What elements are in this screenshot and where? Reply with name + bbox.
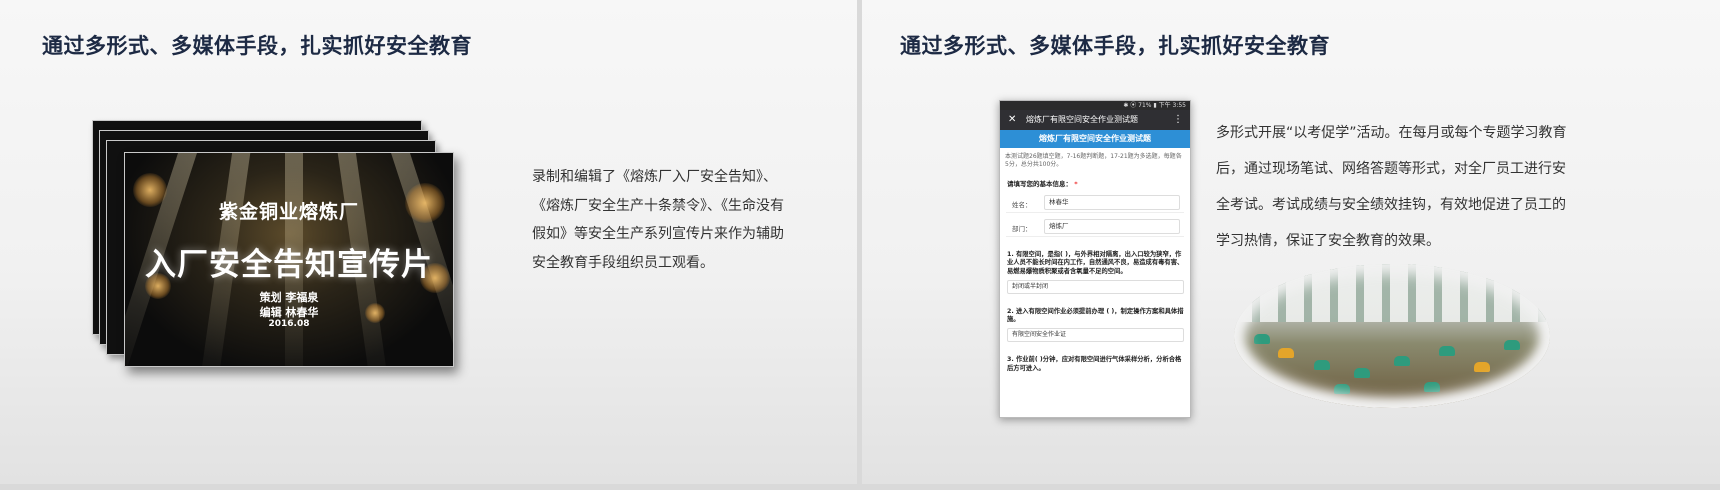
cover-subtitle: 紫金铜业熔炼厂 — [218, 201, 359, 223]
video-cover-stack: 紫金铜业熔炼厂 入厂安全告知宣传片 策划 李福泉 编辑 林春华 2016.08 — [92, 120, 454, 370]
phone-app-bar: ✕ 熔炼厂有限空间安全作业测试题 ⋮ — [1000, 110, 1190, 130]
cover-credit-editor: 编辑 林春华 — [259, 306, 319, 319]
dept-field: 熔炼厂 — [1044, 219, 1180, 234]
dept-field-row: 部门： 熔炼厂 — [1006, 217, 1184, 237]
quiz-banner: 熔炼厂有限空间安全作业测试题 — [1000, 130, 1190, 148]
quiz-intro: 本测试题26题填空题，7-16题判断题，17-21题为多选题，每题各5分，总分共… — [1005, 153, 1182, 168]
slide-description: 多形式开展“以考促学”活动。在每月或每个专题学习教育后，通过现场笔试、网络答题等… — [1216, 125, 1567, 249]
slide-description: 录制和编辑了《熔炼厂入厂安全告知》、《熔炼厂安全生产十条禁令》、《生命没有假如》… — [532, 169, 784, 271]
phone-status-bar: ✱ ⦿ 71% ▮ 下午 3:55 — [1000, 101, 1190, 110]
question-2: 2. 进入有限空间作业必须提前办理 ( )，制定操作方案和具体措施。 — [1007, 307, 1184, 324]
question-1: 1. 有限空间，是指( )，与外界相对隔离，出入口较为狭窄，作业人员不能长时间在… — [1007, 251, 1184, 275]
phone-screenshot: ✱ ⦿ 71% ▮ 下午 3:55 ✕ 熔炼厂有限空间安全作业测试题 ⋮ 熔炼厂… — [999, 100, 1191, 418]
name-label: 姓名： — [1012, 201, 1032, 209]
name-field-row: 姓名： 林春华 — [1006, 193, 1184, 213]
basic-info-label: 请填写您的基本信息： — [1007, 180, 1072, 188]
slide-title: 通过多形式、多媒体手段，扎实抓好安全教育 — [42, 34, 472, 58]
presentation-view: 通过多形式、多媒体手段，扎实抓好安全教育 紫金铜业熔炼厂 入厂安全告知宣传片 策… — [0, 0, 1720, 490]
question-3: 3. 作业前( )分钟，应对有限空间进行气体采样分析，分析合格后方可进入。 — [1007, 356, 1182, 372]
app-bar-title: 熔炼厂有限空间安全作业测试题 — [1026, 115, 1138, 124]
more-icon: ⋮ — [1173, 114, 1183, 125]
photo-vignette — [1234, 264, 1550, 408]
cover-headline: 入厂安全告知宣传片 — [145, 247, 433, 283]
video-cover-image: 紫金铜业熔炼厂 入厂安全告知宣传片 策划 李福泉 编辑 林春华 2016.08 — [124, 152, 454, 367]
slide-right[interactable]: 通过多形式、多媒体手段，扎实抓好安全教育 ✱ ⦿ 71% ▮ 下午 3:55 ✕… — [862, 0, 1720, 484]
answer-1: 封闭或半封闭 — [1007, 279, 1184, 294]
close-icon: ✕ — [1008, 114, 1017, 125]
answer-2: 有限空间安全作业证 — [1007, 328, 1184, 343]
slide-left[interactable]: 通过多形式、多媒体手段，扎实抓好安全教育 紫金铜业熔炼厂 入厂安全告知宣传片 策… — [0, 0, 857, 484]
basic-info-heading: 请填写您的基本信息： * — [1000, 174, 1190, 189]
cover-credit-planner: 策划 李福泉 — [259, 291, 319, 304]
required-mark: * — [1074, 180, 1078, 188]
slide-title: 通过多形式、多媒体手段，扎实抓好安全教育 — [900, 34, 1330, 58]
name-field: 林春华 — [1044, 195, 1180, 210]
dept-label: 部门： — [1012, 225, 1032, 233]
exam-hall-photo — [1234, 264, 1550, 408]
cover-date: 2016.08 — [268, 319, 310, 329]
